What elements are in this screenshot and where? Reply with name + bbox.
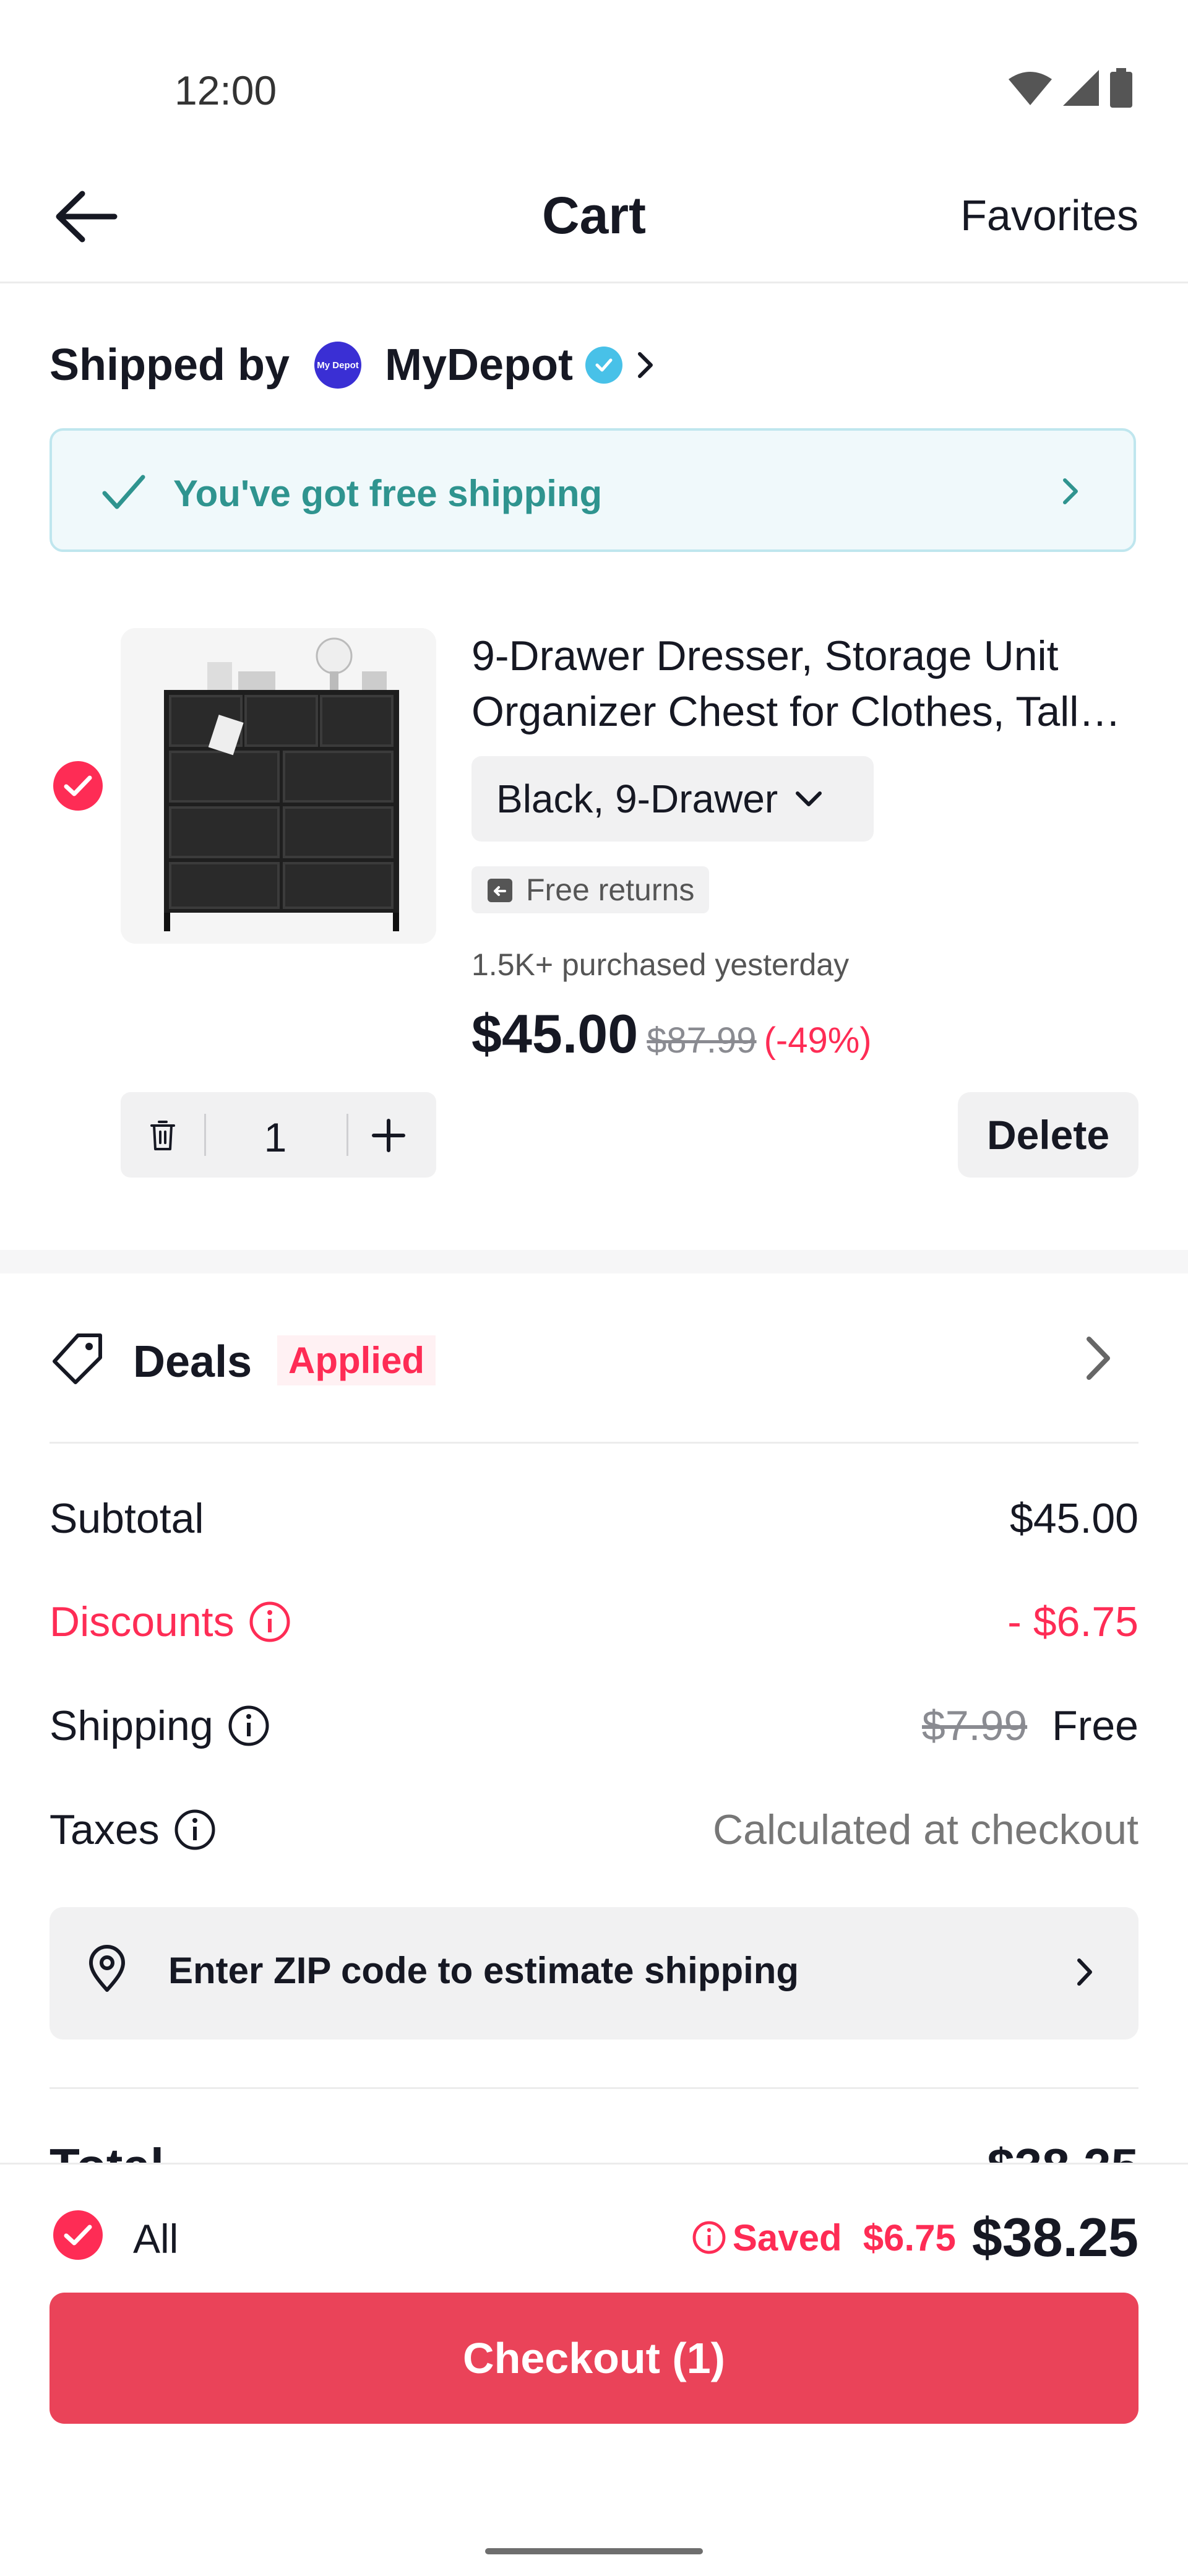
discounts-value: - $6.75 <box>1007 1598 1138 1645</box>
info-icon[interactable] <box>173 1808 217 1851</box>
price-row: $45.00 $87.99 (-49%) <box>471 1002 872 1066</box>
info-icon[interactable] <box>248 1600 291 1643</box>
subtotal-value: $45.00 <box>1010 1495 1138 1542</box>
return-box-icon <box>488 879 512 902</box>
shipping-value: Free <box>1052 1702 1138 1749</box>
info-icon[interactable] <box>692 2220 726 2255</box>
shipped-by-row[interactable]: Shipped by My Depot MyDepot <box>50 334 655 396</box>
discounts-row-label[interactable]: Discounts <box>50 1598 291 1646</box>
discount-percent: (-49%) <box>764 1020 872 1061</box>
subtotal-label: Subtotal <box>50 1494 204 1543</box>
check-icon <box>64 2225 92 2246</box>
free-shipping-text: You've got free shipping <box>173 473 603 514</box>
home-indicator[interactable] <box>485 2548 703 2554</box>
favorites-link[interactable]: Favorites <box>960 191 1138 240</box>
stepper-divider <box>346 1114 348 1156</box>
discounts-label: Discounts <box>50 1598 235 1645</box>
stepper-divider <box>204 1114 206 1156</box>
select-all-label[interactable]: All <box>133 2215 178 2262</box>
taxes-value: Calculated at checkout <box>713 1806 1138 1853</box>
variant-label: Black, 9-Drawer <box>496 777 778 821</box>
taxes-row-label[interactable]: Taxes <box>50 1806 217 1854</box>
check-icon <box>64 775 92 796</box>
original-price: $87.99 <box>647 1020 757 1061</box>
battery-icon <box>1110 68 1132 108</box>
product-image[interactable] <box>121 628 436 944</box>
chevron-right-icon <box>1077 1958 1092 1986</box>
wifi-icon <box>1009 72 1052 105</box>
delete-button[interactable]: Delete <box>958 1092 1138 1178</box>
saved-label: Saved <box>732 2216 842 2259</box>
product-title[interactable]: 9-Drawer Dresser, Storage Unit Organizer… <box>471 628 1146 739</box>
plus-icon <box>371 1119 405 1152</box>
trash-icon <box>150 1121 175 1150</box>
divider <box>50 2087 1138 2089</box>
seller-logo: My Depot <box>314 342 362 389</box>
decrement-trash-button[interactable] <box>133 1108 192 1163</box>
status-icons <box>1009 68 1132 108</box>
chevron-right-icon <box>638 352 653 378</box>
divider <box>50 1442 1138 1444</box>
zip-code-prompt: Enter ZIP code to estimate shipping <box>168 1950 799 1991</box>
seller-logo-text: My Depot <box>317 360 359 371</box>
savings-summary: Saved $6.75 $38.25 <box>692 2206 1138 2269</box>
shipping-label: Shipping <box>50 1702 213 1749</box>
quantity-value[interactable]: 1 <box>223 1114 328 1161</box>
verified-badge-icon <box>585 347 623 384</box>
deals-applied-badge: Applied <box>277 1335 436 1385</box>
item-select-checkbox[interactable] <box>53 761 103 811</box>
free-returns-badge: Free returns <box>471 866 710 913</box>
select-all-checkbox[interactable] <box>53 2210 103 2260</box>
tag-icon <box>53 1333 102 1384</box>
status-time: 12:00 <box>174 67 277 113</box>
current-price: $45.00 <box>471 1003 639 1064</box>
checkout-button[interactable]: Checkout (1) <box>50 2293 1138 2424</box>
purchased-count: 1.5K+ purchased yesterday <box>471 947 850 982</box>
chevron-down-icon <box>796 791 822 806</box>
shipped-by-label: Shipped by <box>50 340 290 390</box>
deals-label: Deals <box>133 1337 252 1387</box>
grand-total: $38.25 <box>971 2207 1138 2268</box>
shipping-original-price: $7.99 <box>922 1702 1028 1749</box>
info-icon[interactable] <box>227 1704 270 1747</box>
chevron-right-icon <box>1087 1337 1110 1380</box>
shipping-row-label[interactable]: Shipping <box>50 1702 270 1750</box>
free-returns-label: Free returns <box>526 872 695 907</box>
increment-button[interactable] <box>359 1108 418 1163</box>
section-divider <box>0 1250 1188 1273</box>
location-pin-icon <box>89 1945 125 1992</box>
variant-selector[interactable]: Black, 9-Drawer <box>471 756 874 842</box>
seller-name: MyDepot <box>385 340 574 390</box>
saved-amount: $6.75 <box>863 2216 956 2259</box>
checkmark-icon <box>102 475 145 509</box>
shipping-value-group: $7.99 Free <box>922 1702 1138 1750</box>
taxes-label: Taxes <box>50 1806 160 1853</box>
signal-icon <box>1063 70 1099 106</box>
subtotal-label-text: Subtotal <box>50 1495 204 1542</box>
chevron-right-icon <box>1063 478 1078 504</box>
